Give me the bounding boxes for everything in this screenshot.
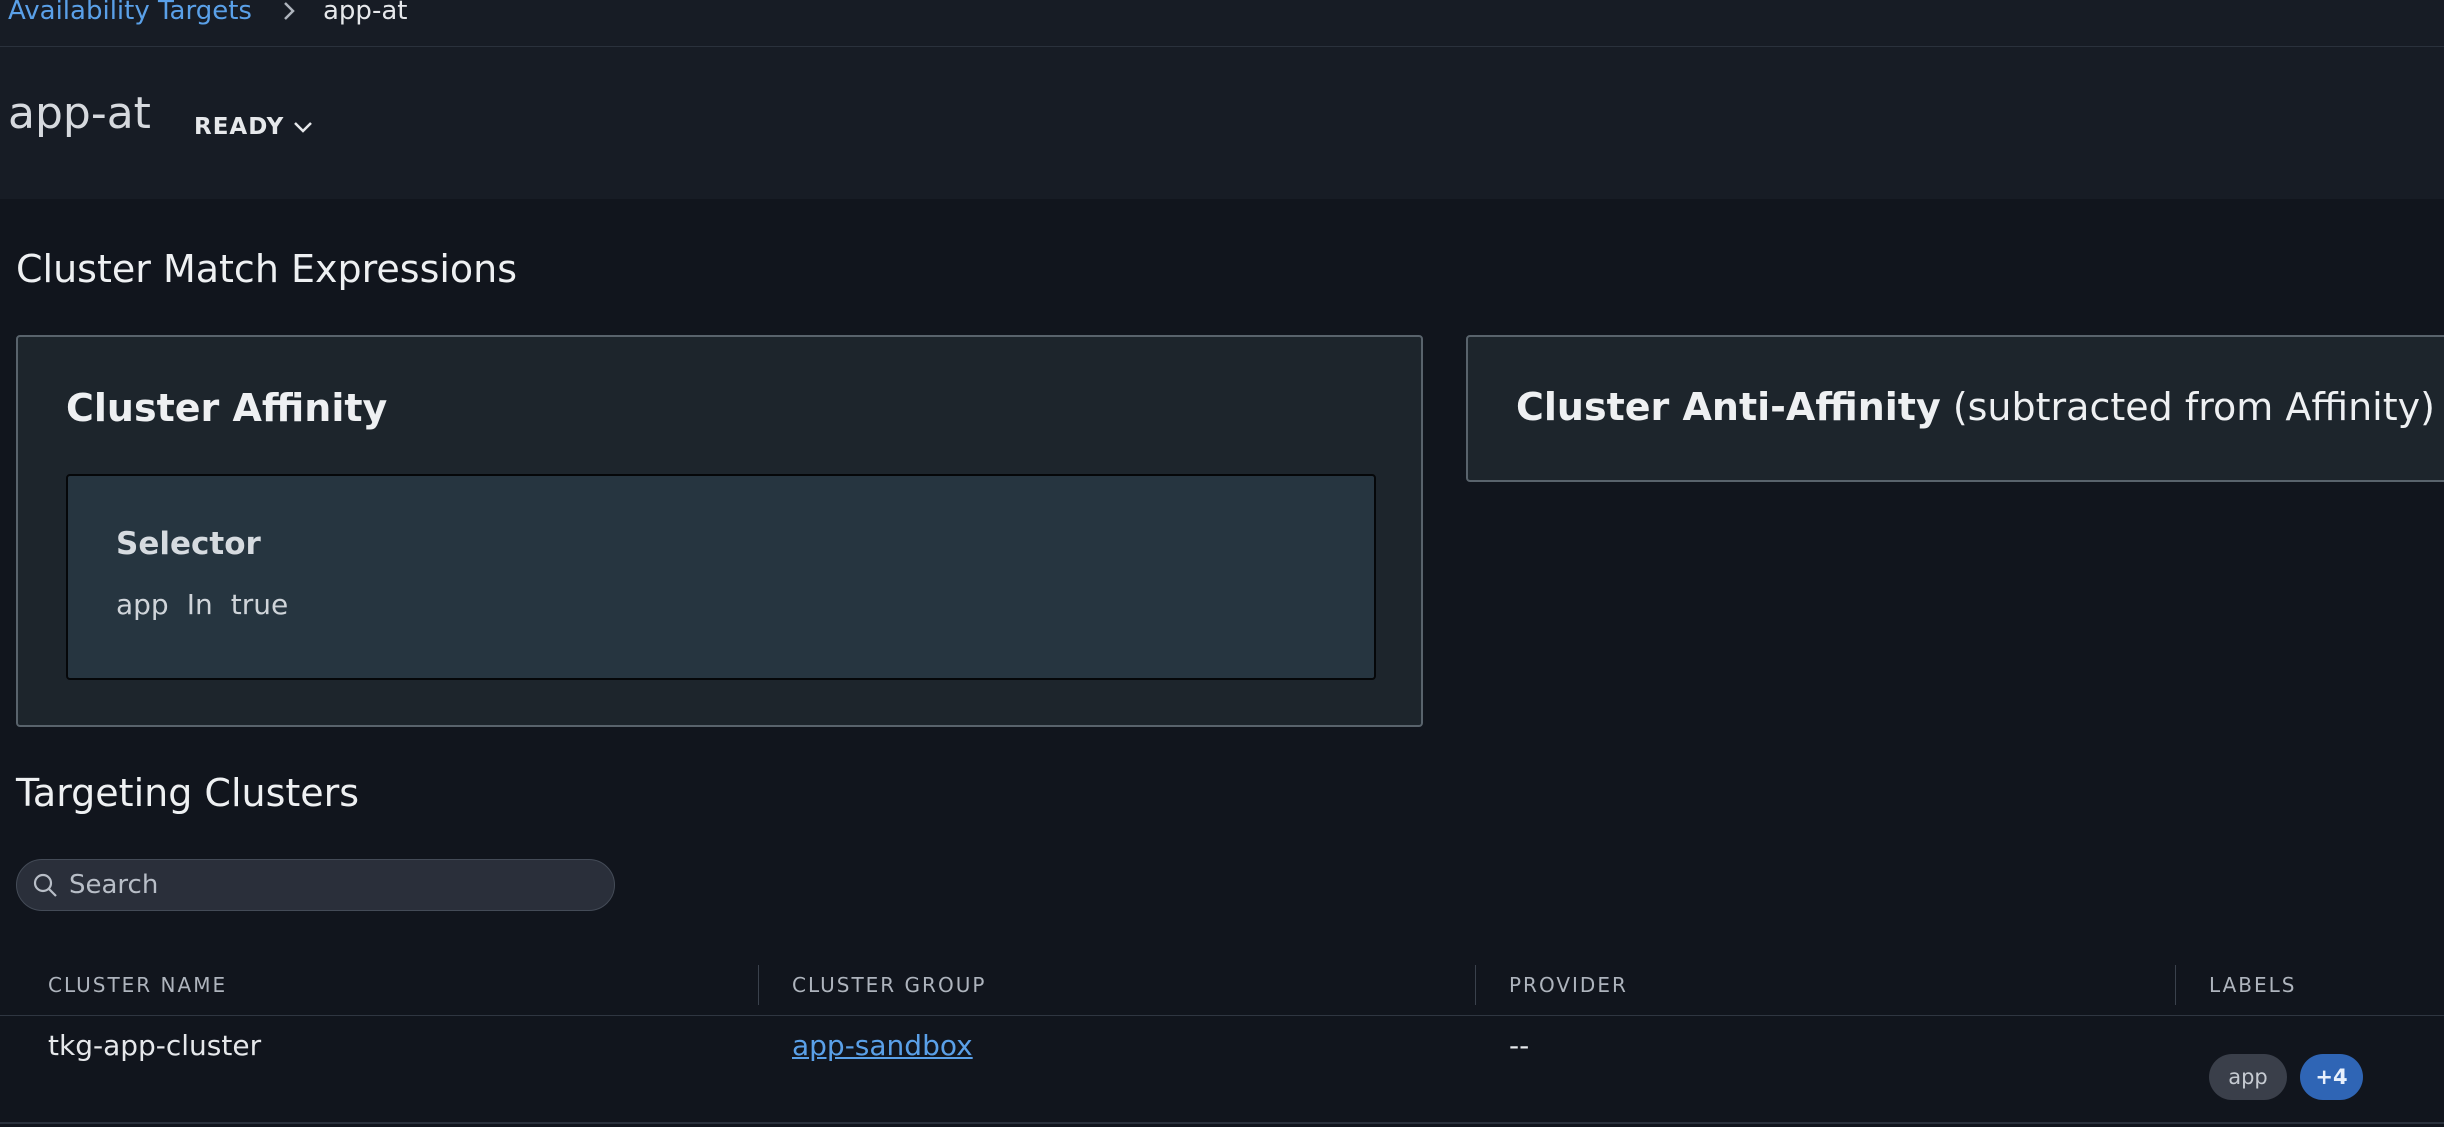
status-label: READY: [194, 114, 285, 140]
column-divider[interactable]: [2175, 965, 2176, 1005]
selector-value: true: [230, 588, 289, 621]
column-header-provider[interactable]: PROVIDER: [1509, 971, 1628, 999]
anti-affinity-note: (subtracted from Affinity): [1952, 385, 2435, 429]
card-title: Cluster Affinity: [66, 386, 388, 430]
breadcrumb-current: app-at: [323, 0, 408, 26]
column-header-cluster-group[interactable]: CLUSTER GROUP: [792, 971, 986, 999]
section-title-match-expressions: Cluster Match Expressions: [16, 247, 518, 291]
page-header: app-at READY: [0, 47, 2444, 199]
search-box[interactable]: [16, 859, 615, 911]
cluster-name-cell: tkg-app-cluster: [48, 1029, 262, 1062]
label-chip: app: [2209, 1054, 2287, 1100]
chevron-down-icon: [294, 122, 313, 133]
status-dropdown[interactable]: READY: [194, 111, 314, 143]
card-title: Cluster Anti-Affinity (subtracted from A…: [1516, 384, 2435, 430]
search-input[interactable]: [67, 869, 591, 901]
cluster-group-link[interactable]: app-sandbox: [792, 1028, 973, 1064]
selector-title: Selector: [116, 526, 261, 562]
selector-key: app: [116, 588, 169, 621]
breadcrumb: Availability Targets app-at: [0, 0, 2444, 47]
column-header-cluster-name[interactable]: CLUSTER NAME: [48, 971, 227, 999]
column-divider[interactable]: [1475, 965, 1476, 1005]
search-icon: [33, 873, 57, 897]
table-row: tkg-app-cluster app-sandbox -- app +4: [0, 1016, 2444, 1124]
table-header: CLUSTER NAME CLUSTER GROUP PROVIDER LABE…: [0, 961, 2444, 1016]
section-title-targeting-clusters: Targeting Clusters: [16, 771, 360, 815]
provider-cell: --: [1509, 1029, 1530, 1062]
cluster-affinity-card: Cluster Affinity Selector app In true: [16, 335, 1423, 727]
chevron-right-icon: [284, 2, 295, 20]
column-header-labels[interactable]: LABELS: [2209, 971, 2296, 999]
selector-box: Selector app In true: [66, 474, 1376, 680]
more-labels-badge[interactable]: +4: [2300, 1054, 2363, 1100]
column-divider[interactable]: [758, 965, 759, 1005]
selector-expression: app In true: [116, 588, 288, 621]
breadcrumb-link-availability-targets[interactable]: Availability Targets: [8, 0, 252, 28]
anti-affinity-title: Cluster Anti-Affinity: [1516, 385, 1941, 429]
cluster-anti-affinity-card: Cluster Anti-Affinity (subtracted from A…: [1466, 335, 2444, 482]
page-title: app-at: [8, 88, 151, 139]
selector-operator: In: [186, 588, 213, 621]
